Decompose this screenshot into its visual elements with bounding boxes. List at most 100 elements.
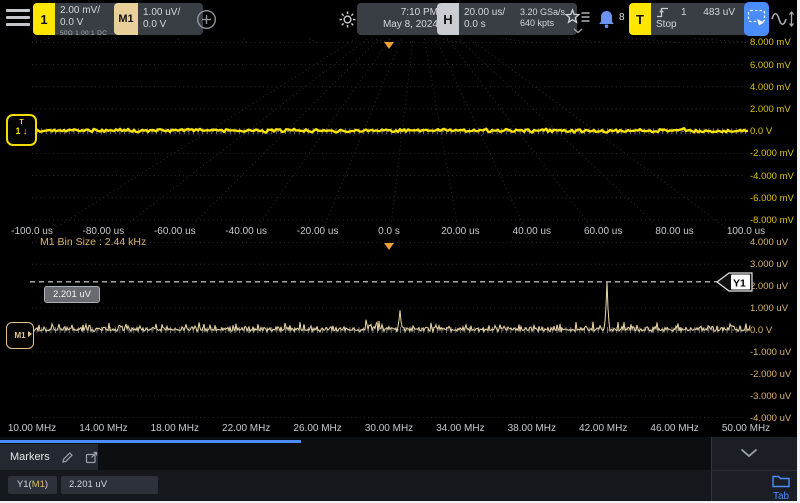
notification-count: 8 — [619, 12, 625, 23]
horizontal-button[interactable]: H 20.00 us/ 0.0 s — [437, 3, 523, 35]
axis-label: 3.000 uV — [750, 259, 789, 271]
panel-controls-column: Tab — [711, 437, 797, 501]
y1-marker-value-box: 2.201 uV — [44, 286, 100, 303]
marquee-select-icon — [747, 9, 766, 26]
math1-ground-marker[interactable]: M1 — [6, 322, 34, 349]
channel1-ground-marker[interactable]: T 1 ↓ — [6, 114, 37, 146]
notifications-bell-icon[interactable] — [597, 9, 616, 41]
export-icon[interactable] — [85, 451, 98, 464]
right-arrow-icon — [28, 331, 32, 337]
markers-tab-label: Markers — [10, 451, 50, 463]
marquee-zoom-button[interactable] — [744, 2, 769, 36]
trigger-badge: T — [629, 3, 651, 35]
channel1-badge: 1 — [33, 3, 55, 35]
math1-scale: 1.00 uV/ — [143, 7, 181, 18]
horizontal-scale: 20.00 us/ — [464, 7, 506, 18]
axis-label: 4.000 mV — [750, 81, 791, 93]
clock-display[interactable]: 7:10 PM May 8, 2024 — [357, 3, 443, 35]
math1-button[interactable]: M1 1.00 uV/ 0.0 V — [114, 3, 203, 35]
axis-label: -2.000 uV — [750, 368, 792, 380]
axis-label: 60.00 us — [584, 226, 623, 237]
markers-panel: Markers Y1(M1) 2.201 uV Tab — [0, 437, 797, 501]
axis-label: 0.0 V — [750, 126, 773, 138]
axis-label: 40.00 us — [512, 226, 551, 237]
axis-label: -4.000 uV — [750, 412, 792, 424]
channel1-offset: 0.0 V — [60, 16, 84, 28]
axis-label: 26.00 MHz — [293, 423, 342, 434]
axis-label: -60.00 us — [153, 226, 196, 237]
markers-tab[interactable]: Markers — [0, 444, 98, 470]
acquisition-mode: Stop — [656, 19, 677, 30]
axis-label: 50.00 MHz — [721, 423, 771, 434]
axis-label: 100.0 us — [726, 226, 766, 237]
top-toolbar: 1 2.00 mV/ 0.0 V 50Ω 1.00:1 DC M1 1.00 u… — [0, 0, 797, 38]
channel1-scale: 2.00 mV/ — [60, 5, 101, 16]
axis-label: -40.00 us — [225, 226, 268, 237]
axis-label: 14.00 MHz — [79, 423, 128, 434]
waveform-display[interactable] — [0, 0, 797, 501]
axis-label: -20.00 us — [296, 226, 339, 237]
clock-time: 7:10 PM — [400, 7, 438, 18]
math1-label: M1 — [14, 331, 26, 340]
axis-label: 1.000 uV — [750, 303, 789, 315]
fft-center-marker-icon[interactable] — [384, 243, 394, 250]
axis-label: 30.00 MHz — [364, 423, 414, 434]
horizontal-position: 0.0 s — [464, 18, 486, 30]
axis-label: -4.000 mV — [750, 170, 794, 182]
chevron-down-icon[interactable] — [573, 28, 583, 60]
trigger-level: 483 uV — [703, 6, 735, 18]
axis-label: 4.000 uV — [750, 237, 789, 249]
add-waveform-button[interactable] — [196, 9, 217, 41]
traces — [29, 127, 751, 334]
axis-label: 0.0 V — [750, 325, 773, 336]
channel1-coupling: 50Ω 1.00:1 DC — [60, 29, 108, 37]
trigger-source: 1 — [681, 6, 687, 18]
fft-bin-size-label: M1 Bin Size : 2.44 kHz — [40, 236, 147, 248]
clock-date: May 8, 2024 — [382, 18, 438, 30]
axis-label: -1.000 uV — [750, 346, 792, 358]
axis-label: 2.000 mV — [750, 104, 791, 115]
markers-row-area: Y1(M1) 2.201 uV — [0, 470, 711, 501]
channel1-button[interactable]: 1 2.00 mV/ 0.0 V 50Ω 1.00:1 DC — [33, 3, 122, 37]
axis-label: -8.000 mV — [750, 215, 794, 226]
edge-trigger-icon — [657, 7, 668, 18]
math1-offset: 0.0 V — [143, 18, 167, 30]
axis-label: 6.000 mV — [750, 59, 791, 71]
axis-label: 80.00 us — [655, 226, 694, 237]
axis-label: 18.00 MHz — [150, 423, 199, 434]
y1-marker-flag[interactable]: Y1 — [716, 271, 754, 293]
marker-name-cell: Y1(M1) — [8, 476, 57, 494]
axis-label: 10.00 MHz — [7, 423, 57, 434]
horizontal-badge: H — [437, 3, 459, 35]
axis-label: -2.000 mV — [750, 148, 794, 160]
tab-button[interactable]: Tab — [764, 474, 797, 501]
trigger-letter: T — [19, 119, 24, 126]
divider — [712, 470, 797, 471]
tab-button-label: Tab — [772, 491, 790, 501]
trigger-button[interactable]: T 1 483 uV Stop — [629, 3, 750, 35]
axis-label: 22.00 MHz — [222, 423, 271, 434]
axis-label: 2.000 uV — [750, 281, 789, 293]
marker-value-cell: 2.201 uV — [61, 476, 158, 494]
brightness-icon[interactable] — [338, 10, 357, 42]
edit-pencil-icon[interactable] — [61, 451, 74, 464]
axis-labels-layer: 8.000 mV 6.000 mV 4.000 mV 2.000 mV 0.0 V -2.… — [0, 0, 797, 501]
axis-label: 38.00 MHz — [507, 423, 556, 434]
axis-label: 46.00 MHz — [650, 423, 699, 434]
axis-label: 0.0 s — [378, 226, 400, 237]
graticule — [31, 0, 747, 419]
collapse-panel-chevron-icon[interactable] — [740, 448, 758, 458]
axis-label: -3.000 uV — [750, 390, 792, 402]
y1-flag-label: Y1 — [733, 278, 746, 290]
trigger-time-marker-icon[interactable] — [384, 42, 394, 49]
axis-label: -6.000 mV — [750, 192, 794, 204]
horizontal-scroll-indicator[interactable] — [0, 440, 301, 443]
menu-button[interactable] — [6, 9, 30, 30]
folder-icon — [772, 475, 790, 488]
waveform-scale-icon[interactable] — [771, 8, 796, 40]
axis-label: 34.00 MHz — [436, 423, 485, 434]
axis-label: 42.00 MHz — [579, 423, 628, 434]
oscilloscope-screen: 8.000 mV 6.000 mV 4.000 mV 2.000 mV 0.0 V -2.… — [0, 0, 797, 501]
math1-badge: M1 — [114, 3, 138, 35]
axis-label: 20.00 us — [441, 226, 480, 237]
